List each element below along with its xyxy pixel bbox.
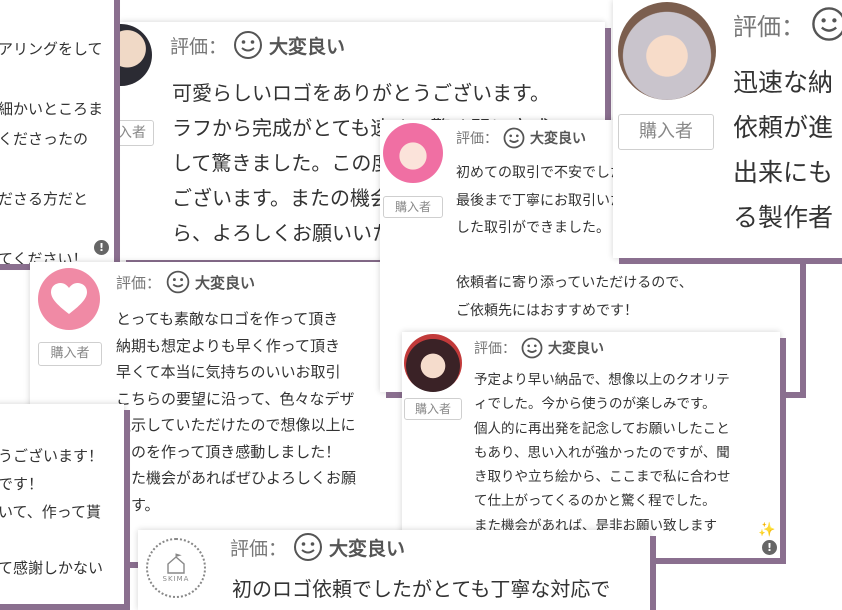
review-text: うございます！ です！ いて、作って貰 て感謝しかない [0,447,104,577]
review-text: アリングをして 細かいところま くださったの ださる方だと てください！ [0,40,104,264]
rating-value: 大変良い [195,273,256,292]
buyer-badge: 購入者 [383,196,443,218]
smiley-face-icon [166,270,190,294]
rating-label: 評価： [116,273,162,292]
smiley-face-icon [234,31,263,59]
rating-label: 評価： [474,341,516,357]
rating-label: 評価： [456,131,498,147]
rating-value: 大変良い [548,341,604,357]
review-card-4: 購入者 評価： 迅速な納 依頼が進 出来にも る製作者 [613,0,842,258]
review-text: 初のロゴ依頼でしたがとても丁寧な対応で [232,577,611,601]
avatar [618,2,716,100]
buyer-badge: 購入者 [618,114,714,150]
rating-row: 評価： 大変良い [230,532,405,562]
sparkle-icon: ✨ [758,522,776,538]
smiley-face-icon [521,337,543,359]
avatar [120,24,152,86]
review-text: とっても素敵なロゴを作って頂き 納期も想定よりも早く作って頂き 早くて本当に気持… [116,310,357,514]
rating-row: 評価： 大変良い [116,270,255,294]
review-card-6: 購入者 評価： 大変良い 予定より早い納品で、想像以上のクオリテ ィでした。今か… [402,332,780,558]
rating-row: 評価： 大変良い [456,126,586,150]
avatar [383,123,443,183]
heart-icon [51,283,87,314]
smiley-face-icon [503,127,525,149]
rating-label: 評価： [733,12,805,41]
avatar [38,268,100,330]
avatar: SKIMA [146,538,206,598]
review-card-8: SKIMA 評価： 大変良い 初のロゴ依頼でしたがとても丁寧な対応で [138,530,650,610]
rating-value: 大変良い [269,35,346,58]
rating-row: 評価： [733,6,842,42]
review-text: 予定より早い納品で、想像以上のクオリテ ィでした。今から使うのが楽しみです。 個… [474,372,731,534]
review-text: 迅速な納 依頼が進 出来にも る製作者 [733,68,834,232]
smiley-face-icon [812,7,842,41]
rating-row: 評価： 大変良い [474,336,604,360]
rating-row: 評価： 大変良い [170,30,345,60]
rating-label: 評価： [230,537,288,560]
review-card-1: アリングをして 細かいところま くださったの ださる方だと てください！ ! [0,0,114,264]
buyer-badge: 入者 [120,120,154,146]
smiley-face-icon [294,533,323,561]
rating-value: 大変良い [530,131,586,147]
buyer-badge: 購入者 [404,398,462,420]
exclamation-icon[interactable]: ! [762,540,777,555]
buyer-badge: 購入者 [38,342,102,366]
review-card-7: うございます！ です！ いて、作って貰 て感謝しかない [0,404,124,604]
avatar-text: SKIMA [162,575,190,583]
rating-label: 評価： [170,35,228,58]
rating-value: 大変良い [329,537,406,560]
house-icon [167,553,185,574]
avatar [404,334,462,392]
exclamation-icon[interactable]: ! [94,240,109,255]
